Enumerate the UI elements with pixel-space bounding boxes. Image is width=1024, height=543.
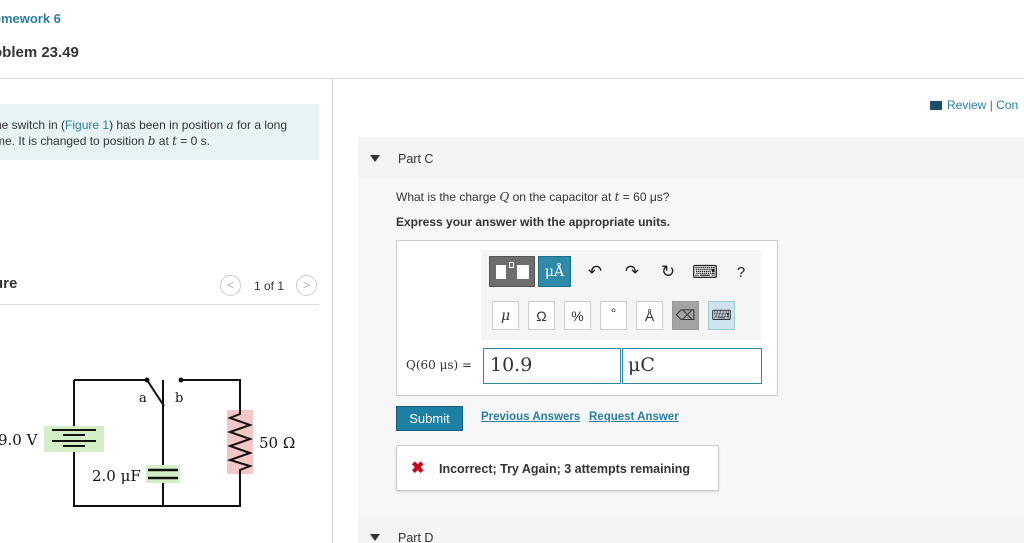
help-button[interactable]: ? [730,260,752,284]
intro-text: me. It is changed to position [0,134,148,148]
template-exponent-icon [509,262,514,268]
intro-text: for a long [233,118,288,132]
answer-label: Q(60 μs) = [406,358,473,372]
voltage-label: 9.0 V [0,431,39,449]
feedback-box: ✖ Incorrect; Try Again; 3 attempts remai… [396,445,719,491]
intro-text: he switch in ( [0,118,66,132]
intro-text: = 0 s. [176,134,210,148]
pager-next-button[interactable]: > [296,275,317,296]
assignment-title: omework 6 [0,11,61,26]
delete-icon[interactable]: ⌫ [672,301,699,330]
units-button[interactable]: μÅ [538,256,571,287]
answer-unit-input[interactable]: μC [622,348,762,384]
header-divider [0,78,1024,79]
constants-link[interactable]: Con [996,98,1018,112]
undo-icon[interactable]: ↶ [584,260,606,284]
capacitance-label: 2.0 μF [92,467,141,485]
previous-answers-link[interactable]: Previous Answers [481,411,580,423]
request-answer-link[interactable]: Request Answer [589,411,679,423]
redo-icon[interactable]: ↷ [621,260,643,284]
capacitor-highlight [146,465,180,483]
pager-count: 1 of 1 [254,279,285,293]
figure-pager: < 1 of 1 > [220,275,318,297]
incorrect-icon: ✖ [411,460,425,477]
question-segment: What is the charge [396,190,500,204]
charge-var: Q [499,190,510,204]
part-d-label[interactable]: Part D [398,531,433,543]
position-a-var: a [226,118,234,132]
reset-icon[interactable]: ↻ [657,260,679,284]
keyboard-icon[interactable]: ⌨ [692,260,718,284]
figure-link[interactable]: Figure 1 [65,118,109,132]
symbol-percent-button[interactable]: % [564,301,591,330]
review-separator: | [989,98,993,112]
problem-statement-line-1: he switch in (Figure 1) has been in posi… [0,117,311,133]
problem-statement-line-2: me. It is changed to position b at t = 0… [0,133,311,149]
pager-prev-button[interactable]: < [220,275,241,296]
figure-heading: ure [0,275,18,292]
feedback-text: Incorrect; Try Again; 3 attempts remaini… [439,462,690,476]
answer-value-input[interactable]: 10.9 [483,348,621,384]
problem-statement: he switch in (Figure 1) has been in posi… [0,104,319,160]
problem-title: oblem 23.49 [0,44,79,61]
keyboard-toggle-icon[interactable]: ⌨ [708,301,735,330]
book-icon [930,101,942,110]
figure-divider [0,304,319,305]
part-c-label[interactable]: Part C [398,152,433,166]
submit-button[interactable]: Submit [396,406,463,431]
intro-text: at [155,134,173,148]
switch-label-a: a [139,391,147,406]
symbol-degree-button[interactable]: ° [600,301,627,330]
symbol-ohm-button[interactable]: Ω [528,301,555,330]
question-text: What is the charge Q on the capacitor at… [396,190,669,204]
template-fraction-icon [496,265,506,279]
switch-label-b: b [175,391,183,406]
review-label[interactable]: Review [947,98,986,112]
template-box-icon [517,265,529,279]
templates-button[interactable] [489,256,535,287]
circuit-diagram: a b 9.0 V 2.0 μF 50 Ω [0,377,295,507]
question-segment: = 60 μs? [619,190,670,204]
column-separator [332,79,333,543]
review-link[interactable]: Review | Con [930,98,1018,112]
intro-text: ) has been in position [109,118,227,132]
part-c-header[interactable] [358,137,1024,179]
switch-terminal-b [178,377,184,383]
symbol-angstrom-button[interactable]: Å [636,301,663,330]
question-segment: on the capacitor at [509,190,615,204]
collapse-triangle-icon[interactable] [370,155,380,162]
switch-terminal-a [144,377,150,383]
symbol-mu-button[interactable]: μ [492,301,519,330]
answer-instruction: Express your answer with the appropriate… [396,215,671,229]
part-d-header[interactable] [358,516,1024,543]
collapse-triangle-icon[interactable] [370,534,380,541]
resistance-label: 50 Ω [259,434,295,452]
